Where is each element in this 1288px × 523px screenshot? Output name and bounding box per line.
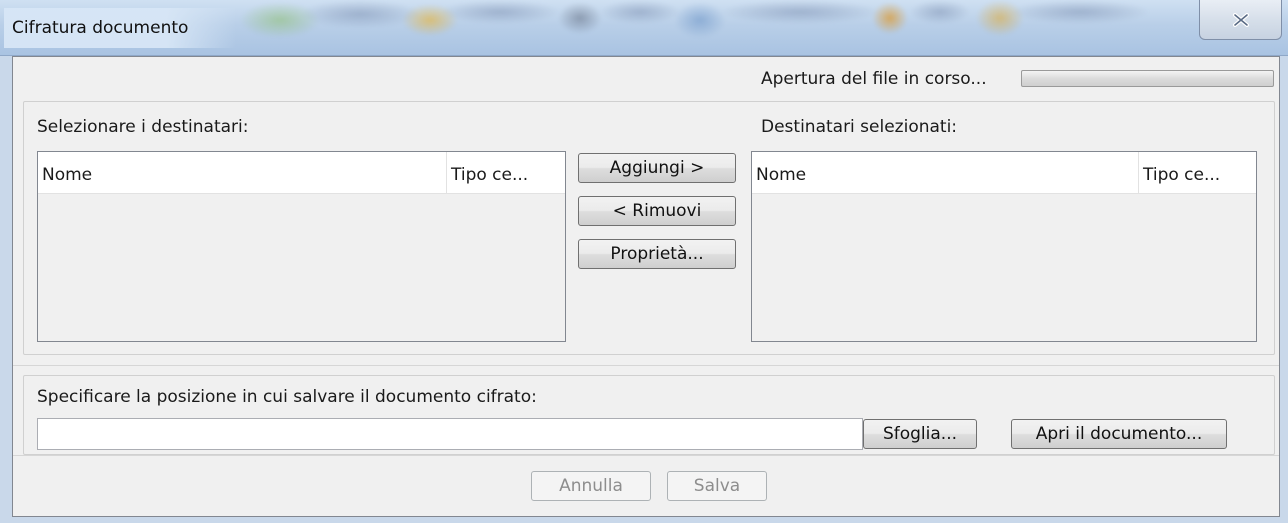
column-header-name[interactable]: Nome	[38, 152, 447, 194]
open-document-button[interactable]: Apri il documento...	[1011, 419, 1227, 449]
selected-recipients-label: Destinatari selezionati:	[761, 117, 958, 137]
window-title: Cifratura documento	[4, 8, 236, 48]
progress-bar	[1021, 70, 1274, 87]
save-button[interactable]: Salva	[667, 471, 767, 501]
status-text: Apertura del file in corso...	[761, 69, 987, 89]
close-button[interactable]	[1199, 0, 1282, 40]
list-header: Nome Tipo ce...	[38, 152, 565, 194]
divider	[13, 365, 1279, 366]
selected-recipients-list[interactable]: Nome Tipo ce...	[751, 151, 1257, 342]
remove-button[interactable]: < Rimuovi	[578, 196, 736, 226]
browse-button[interactable]: Sfoglia...	[863, 419, 977, 449]
status-bar: Apertura del file in corso...	[13, 57, 1279, 101]
available-recipients-list[interactable]: Nome Tipo ce...	[37, 151, 566, 342]
close-icon	[1232, 12, 1249, 27]
save-location-label: Specificare la posizione in cui salvare …	[37, 387, 537, 407]
column-header-cert-type[interactable]: Tipo ce...	[447, 152, 565, 194]
cancel-button[interactable]: Annulla	[531, 471, 651, 501]
footer-divider	[13, 455, 1279, 456]
list-header: Nome Tipo ce...	[752, 152, 1256, 194]
save-path-input[interactable]	[37, 418, 863, 450]
encrypt-dialog: Apertura del file in corso... Selezionar…	[12, 56, 1280, 517]
title-bar: Cifratura documento	[0, 0, 1288, 56]
properties-button[interactable]: Proprietà...	[578, 239, 736, 269]
add-button[interactable]: Aggiungi >	[578, 153, 736, 183]
column-header-cert-type[interactable]: Tipo ce...	[1139, 152, 1256, 194]
background-window-blur	[240, 0, 1220, 40]
available-recipients-label: Selezionare i destinatari:	[37, 117, 249, 137]
column-header-name[interactable]: Nome	[752, 152, 1139, 194]
